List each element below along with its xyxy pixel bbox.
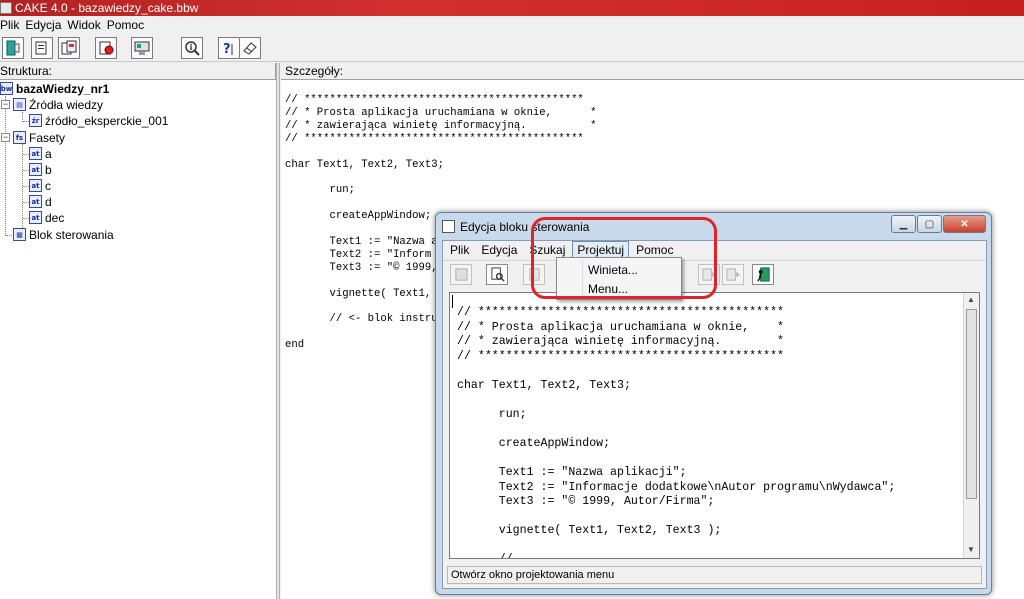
tree-item-sources[interactable]: ▤ Źródła wiedzy bbox=[13, 97, 103, 112]
status-bar: Otwórz okno projektowania menu bbox=[447, 566, 982, 584]
tree-item-facet-d[interactable]: at d bbox=[29, 194, 52, 209]
collapse-toggle[interactable]: − bbox=[1, 133, 10, 142]
tree-guide-line bbox=[5, 96, 6, 236]
menu-plik[interactable]: Plik bbox=[0, 18, 25, 32]
tree-item-label: c bbox=[45, 178, 51, 193]
tree-guide-line bbox=[6, 235, 12, 236]
tree-item-facet-b[interactable]: at b bbox=[29, 162, 52, 177]
structure-panel-header: Struktura: bbox=[0, 63, 276, 79]
tree-item-facet-dec[interactable]: at dec bbox=[29, 210, 64, 225]
source-icon: źr bbox=[29, 114, 42, 127]
tree-item-facets[interactable]: fs Fasety bbox=[13, 130, 65, 145]
attribute-icon: at bbox=[29, 163, 42, 176]
main-title-bar: CAKE 4.0 - bazawiedzy_cake.bbw bbox=[0, 0, 1024, 16]
sources-icon: ▤ bbox=[13, 98, 26, 111]
attribute-icon: at bbox=[29, 195, 42, 208]
attribute-icon: at bbox=[29, 179, 42, 192]
scroll-down-icon[interactable]: ▼ bbox=[967, 545, 975, 554]
status-text: Otwórz okno projektowania menu bbox=[451, 569, 615, 581]
open-document-icon[interactable] bbox=[95, 37, 117, 59]
tree-item-source[interactable]: źr źródło_eksperckie_001 bbox=[29, 113, 168, 128]
scroll-up-icon[interactable]: ▲ bbox=[967, 295, 975, 304]
tree-item-label: źródło_eksperckie_001 bbox=[45, 113, 169, 128]
scroll-thumb[interactable] bbox=[966, 309, 977, 499]
exit-icon[interactable] bbox=[2, 37, 24, 59]
highlight-annotation bbox=[531, 217, 717, 299]
save-icon[interactable] bbox=[450, 264, 472, 285]
dialog-menu-plik[interactable]: Plik bbox=[445, 241, 474, 259]
close-button[interactable]: ✕ bbox=[943, 215, 986, 233]
panel-splitter[interactable] bbox=[276, 63, 280, 599]
svg-text:?: ? bbox=[223, 42, 231, 56]
tree-item-label: b bbox=[45, 162, 52, 177]
new-document-icon[interactable] bbox=[31, 37, 53, 59]
editor-code: // *************************************… bbox=[457, 306, 896, 558]
details-panel-header: Szczegóły: bbox=[280, 63, 1024, 79]
tree-root-label: bazaWiedzy_nr1 bbox=[16, 81, 110, 96]
indent-right-icon[interactable] bbox=[722, 264, 744, 285]
code-editor[interactable]: // *************************************… bbox=[449, 292, 980, 559]
tree-root[interactable]: bw bazaWiedzy_nr1 bbox=[0, 81, 109, 96]
tree-item-label: Źródła wiedzy bbox=[29, 97, 104, 112]
tree-item-label: dec bbox=[45, 210, 65, 225]
collapse-toggle[interactable]: − bbox=[1, 100, 10, 109]
copy-document-icon[interactable] bbox=[58, 37, 80, 59]
menu-edycja[interactable]: Edycja bbox=[25, 18, 67, 32]
eraser-icon[interactable] bbox=[239, 37, 261, 59]
details-label: Szczegóły: bbox=[285, 64, 344, 78]
app-icon bbox=[0, 2, 12, 14]
main-toolbar: i ? bbox=[0, 34, 1024, 62]
find-icon[interactable] bbox=[486, 264, 508, 285]
control-block-icon: ▦ bbox=[13, 228, 26, 241]
tree-guide-line bbox=[22, 144, 23, 234]
dialog-app-icon bbox=[442, 220, 455, 233]
tree-item-label: a bbox=[45, 146, 52, 161]
tree-item-control-block[interactable]: ▦ Blok sterowania bbox=[13, 227, 114, 242]
menu-pomoc[interactable]: Pomoc bbox=[107, 18, 150, 32]
structure-tree: bw bazaWiedzy_nr1 − ▤ Źródła wiedzy źr ź… bbox=[0, 79, 276, 599]
vertical-scrollbar[interactable]: ▲ ▼ bbox=[963, 293, 979, 558]
structure-label: Struktura: bbox=[0, 64, 53, 78]
main-menu-bar: Plik Edycja Widok Pomoc bbox=[0, 16, 1024, 34]
help-icon[interactable]: ? bbox=[218, 37, 240, 59]
tree-item-label: Fasety bbox=[29, 130, 66, 145]
tree-item-facet-c[interactable]: at c bbox=[29, 178, 51, 193]
exit-icon[interactable] bbox=[752, 264, 774, 285]
info-icon[interactable]: i bbox=[181, 37, 203, 59]
text-caret bbox=[452, 295, 453, 308]
facets-icon: fs bbox=[13, 131, 26, 144]
knowledge-base-icon: bw bbox=[0, 82, 13, 95]
attribute-icon: at bbox=[29, 211, 42, 224]
menu-widok[interactable]: Widok bbox=[67, 18, 106, 32]
attribute-icon: at bbox=[29, 147, 42, 160]
tree-item-facet-a[interactable]: at a bbox=[29, 146, 52, 161]
tree-item-label: d bbox=[45, 194, 52, 209]
minimize-button[interactable]: ▁ bbox=[891, 215, 916, 233]
properties-icon[interactable] bbox=[131, 37, 153, 59]
maximize-button[interactable]: ▢ bbox=[917, 215, 942, 233]
dialog-menu-edycja[interactable]: Edycja bbox=[476, 241, 522, 259]
svg-text:i: i bbox=[190, 42, 193, 52]
window-title: CAKE 4.0 - bazawiedzy_cake.bbw bbox=[15, 1, 199, 15]
tree-item-label: Blok sterowania bbox=[29, 227, 114, 242]
